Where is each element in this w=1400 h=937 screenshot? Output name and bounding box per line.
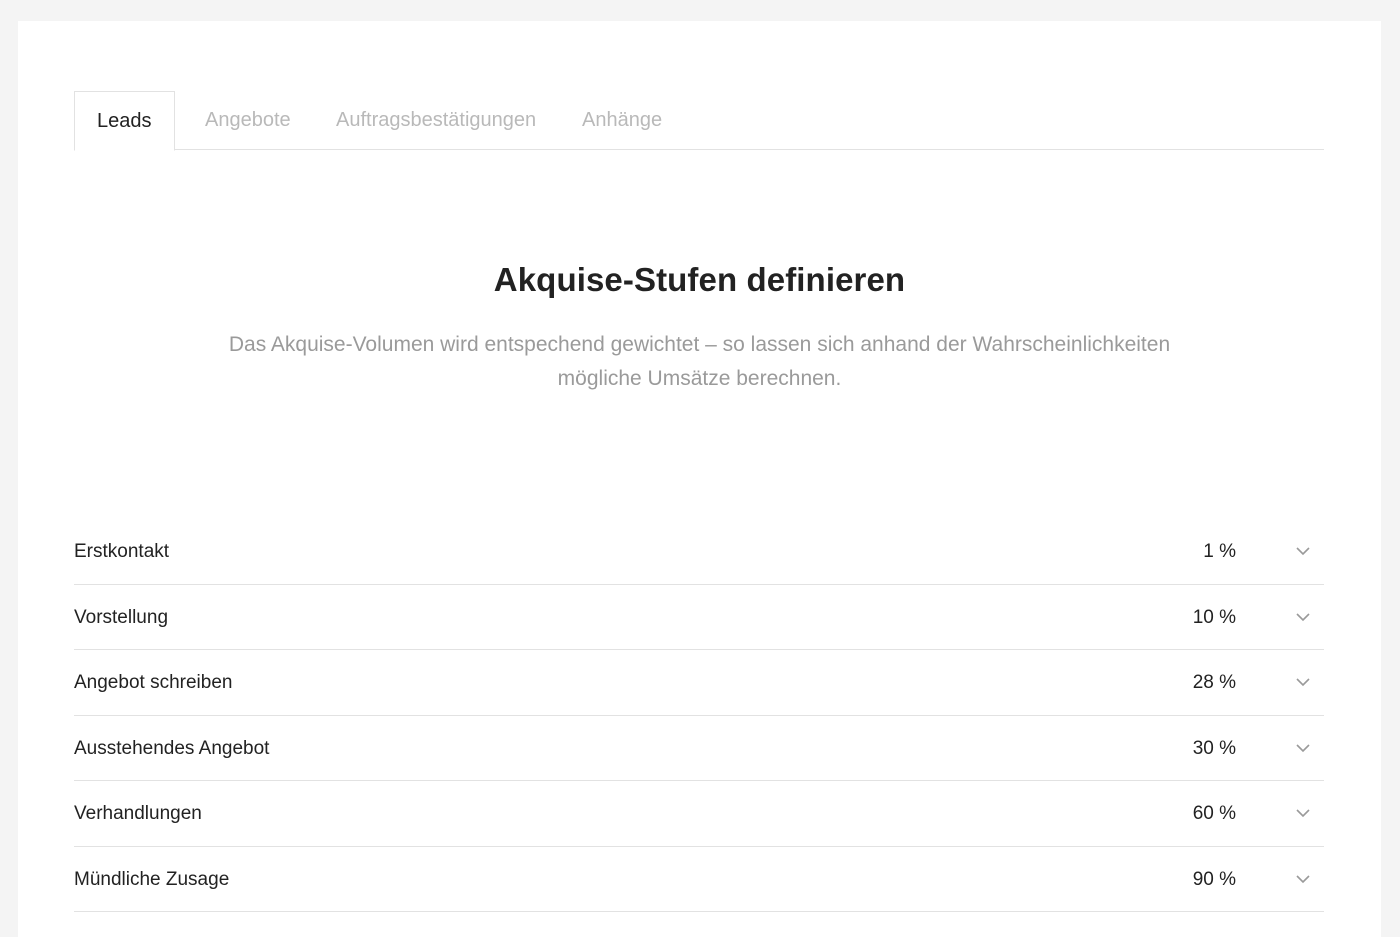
stage-name: Vorstellung — [74, 606, 169, 628]
stage-name: Angebot schreiben — [74, 672, 233, 693]
stage-percentage: 90 % — [1192, 868, 1236, 890]
stage-name: Mündliche Zusage — [74, 868, 230, 890]
tab-bar: Leads Angebote Auftragsbestätigungen Anh… — [74, 91, 1324, 151]
section-subtitle-line-2: mögliche Umsätze berechnen. — [557, 367, 842, 390]
stage-percentage: 60 % — [1192, 803, 1236, 824]
stage-name: Ausstehendes Angebot — [74, 737, 270, 759]
stage-percentage: 28 % — [1192, 672, 1236, 693]
stage-name: Verhandlungen — [74, 803, 202, 824]
stage-percentage: 1 % — [1203, 541, 1236, 562]
chevron-down-icon[interactable] — [1296, 612, 1310, 622]
stage-row-vorstellung[interactable]: Vorstellung 10 % — [74, 585, 1324, 650]
tab-angebote[interactable]: Angebote — [205, 91, 291, 150]
chevron-down-icon[interactable] — [1296, 874, 1310, 884]
stage-row-erstkontakt[interactable]: Erstkontakt 1 % — [74, 519, 1324, 585]
stage-row-ausstehendes-angebot[interactable]: Ausstehendes Angebot 30 % — [74, 716, 1324, 781]
stage-row-verhandlungen[interactable]: Verhandlungen 60 % — [74, 781, 1324, 847]
stage-name: Erstkontakt — [74, 541, 170, 562]
stage-percentage: 30 % — [1192, 737, 1236, 759]
section-subtitle-line-1: Das Akquise-Volumen wird entspechend gew… — [228, 333, 1171, 356]
tab-anhaenge[interactable]: Anhänge — [582, 91, 662, 150]
stage-row-angebot-schreiben[interactable]: Angebot schreiben 28 % — [74, 650, 1324, 716]
stage-row-muendliche-zusage[interactable]: Mündliche Zusage 90 % — [74, 847, 1324, 912]
tab-auftragsbestaetigungen[interactable]: Auftragsbestätigungen — [336, 91, 536, 150]
section-subtitle: Das Akquise-Volumen wird entspechend gew… — [188, 328, 1211, 396]
chevron-down-icon[interactable] — [1296, 808, 1310, 818]
chevron-down-icon[interactable] — [1296, 743, 1310, 753]
settings-card: Leads Angebote Auftragsbestätigungen Anh… — [18, 21, 1381, 937]
chevron-down-icon[interactable] — [1296, 677, 1310, 687]
stage-percentage: 10 % — [1192, 606, 1236, 628]
tab-leads[interactable]: Leads — [74, 91, 175, 151]
section-title: Akquise-Stufen definieren — [493, 261, 906, 298]
chevron-down-icon[interactable] — [1296, 546, 1310, 556]
stage-list: Erstkontakt 1 % Vorstellung 10 % Angebot… — [74, 519, 1324, 912]
